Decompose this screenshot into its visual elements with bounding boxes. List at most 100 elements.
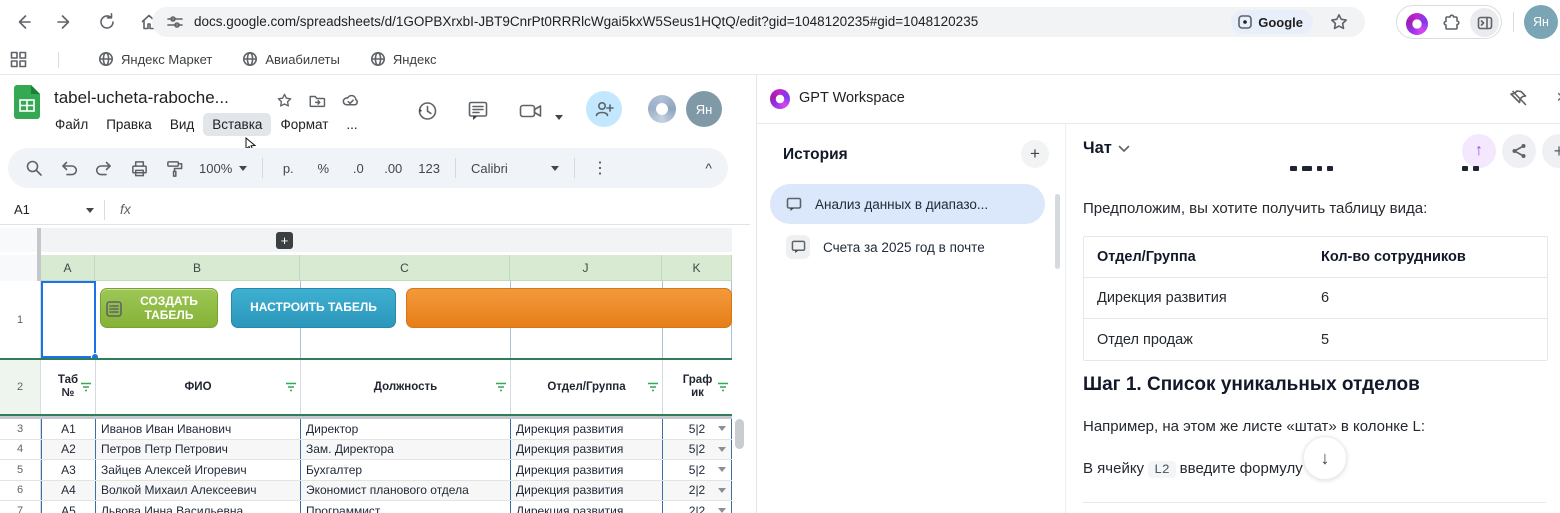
star-doc-icon[interactable]	[276, 92, 293, 109]
filter-icon[interactable]	[647, 382, 659, 395]
cell-schedule[interactable]: 5|2	[662, 419, 732, 439]
bookmark-yandex[interactable]: Яндекс	[370, 51, 437, 67]
menu-more[interactable]: ...	[337, 113, 366, 136]
undo-icon[interactable]	[59, 159, 79, 177]
frozen-pane-bar-vertical[interactable]	[37, 228, 41, 281]
filter-icon[interactable]	[495, 382, 507, 395]
google-lens-chip[interactable]: Google	[1231, 10, 1313, 34]
cell-tab-num[interactable]: А3	[41, 460, 95, 480]
cell-fio[interactable]: Львова Инна Васильевна	[95, 501, 300, 513]
cell-schedule[interactable]: 2|2	[662, 481, 732, 501]
cell-schedule[interactable]: 2|2	[662, 501, 732, 513]
decrease-decimals-button[interactable]: .0	[348, 161, 368, 176]
currency-format-button[interactable]: р.	[278, 161, 298, 176]
url-bar[interactable]: docs.google.com/spreadsheets/d/1GOPBXrxb…	[152, 7, 1365, 37]
cell-schedule[interactable]: 5|2	[662, 460, 732, 480]
side-panel-toggle[interactable]	[1470, 8, 1499, 37]
cell-position[interactable]: Программист	[300, 501, 510, 513]
dropdown-caret-icon[interactable]	[718, 447, 726, 452]
bookmark-yandex-market[interactable]: Яндекс Маркет	[98, 51, 212, 67]
share-chat-button[interactable]	[1502, 134, 1536, 168]
gpt-workspace-addon-icon[interactable]	[648, 95, 676, 123]
cloud-saved-icon[interactable]	[341, 91, 360, 110]
cell-position[interactable]: Экономист планового отдела	[300, 481, 510, 501]
collapse-toolbar-icon[interactable]: ^	[705, 160, 712, 176]
column-header-k[interactable]: K	[662, 255, 732, 281]
move-folder-icon[interactable]	[308, 92, 326, 110]
cell-fio[interactable]: Волкой Михаил Алексеевич	[95, 481, 300, 501]
version-history-icon[interactable]	[415, 99, 439, 123]
comments-icon[interactable]	[466, 99, 490, 123]
menu-edit[interactable]: Правка	[97, 113, 161, 136]
apps-grid-icon[interactable]	[10, 51, 27, 68]
column-header-j[interactable]: J	[510, 255, 662, 281]
bookmark-star-icon[interactable]	[1329, 12, 1349, 32]
select-all-corner[interactable]	[0, 255, 41, 281]
cell-position[interactable]: Бухгалтер	[300, 460, 510, 480]
paint-format-icon[interactable]	[164, 159, 184, 178]
orange-bar-button[interactable]	[406, 288, 732, 328]
back-icon[interactable]	[12, 11, 34, 33]
name-box[interactable]: A1	[14, 202, 30, 217]
print-icon[interactable]	[129, 159, 149, 178]
history-scrollbar-thumb[interactable]	[1055, 194, 1060, 269]
header-cell-fio[interactable]: ФИО	[95, 360, 300, 414]
sheets-logo[interactable]	[14, 85, 40, 124]
cell-department[interactable]: Дирекция развития	[510, 460, 662, 480]
site-info-icon[interactable]	[166, 13, 184, 31]
vertical-scrollbar-thumb[interactable]	[735, 419, 744, 449]
sheets-avatar[interactable]: Ян	[686, 91, 722, 127]
header-cell-schedule[interactable]: График	[662, 360, 732, 414]
column-header-a[interactable]: A	[41, 255, 95, 281]
cell-fio[interactable]: Зайцев Алексей Игоревич	[95, 460, 300, 480]
header-cell-department[interactable]: Отдел/Группа	[510, 360, 662, 414]
cell-a1[interactable]	[41, 281, 95, 358]
cell-department[interactable]: Дирекция развития	[510, 501, 662, 513]
cell-fio[interactable]: Петров Петр Петрович	[95, 440, 300, 460]
cell-position[interactable]: Зам. Директора	[300, 440, 510, 460]
extensions-puzzle-icon[interactable]	[1441, 13, 1461, 33]
percent-format-button[interactable]: %	[313, 161, 333, 176]
filter-icon[interactable]	[717, 382, 729, 395]
cell-schedule[interactable]: 5|2	[662, 440, 732, 460]
menu-format[interactable]: Формат	[271, 113, 337, 136]
cell-tab-num[interactable]: А1	[41, 419, 95, 439]
meet-camera-icon[interactable]	[518, 99, 544, 123]
filter-icon[interactable]	[80, 382, 92, 395]
reload-icon[interactable]	[96, 11, 118, 33]
chat-title[interactable]: Чат	[1083, 139, 1130, 158]
menu-insert[interactable]: Вставка	[203, 113, 271, 136]
table-row[interactable]: 4 А2 Петров Петр Петрович Зам. Директора…	[0, 440, 732, 461]
meet-dropdown-caret[interactable]	[555, 107, 563, 125]
cell-fio[interactable]: Иванов Иван Иванович	[95, 419, 300, 439]
dropdown-caret-icon[interactable]	[718, 488, 726, 493]
close-panel-icon[interactable]: ×	[1556, 87, 1560, 108]
column-header-c[interactable]: C	[300, 255, 510, 281]
browser-avatar[interactable]: Ян	[1524, 5, 1558, 39]
grid-corner[interactable]	[0, 228, 41, 252]
table-row[interactable]: 5 А3 Зайцев Алексей Игоревич Бухгалтер Д…	[0, 460, 732, 481]
cell-tab-num[interactable]: А4	[41, 481, 95, 501]
unpin-icon[interactable]	[1510, 89, 1528, 107]
doc-title[interactable]: tabel-ucheta-raboche...	[54, 88, 229, 108]
gpt-workspace-extension-icon[interactable]	[1406, 13, 1428, 35]
zoom-select[interactable]: 100%	[199, 161, 247, 176]
menu-file[interactable]: Файл	[46, 113, 97, 136]
row-header-2[interactable]: 2	[0, 360, 41, 414]
url-text[interactable]: docs.google.com/spreadsheets/d/1GOPBXrxb…	[194, 14, 1184, 29]
column-header-b[interactable]: B	[95, 255, 300, 281]
new-conversation-button[interactable]: +	[1542, 134, 1560, 168]
cell-department[interactable]: Дирекция развития	[510, 440, 662, 460]
forward-icon[interactable]	[54, 11, 76, 33]
scroll-down-button[interactable]: ↓	[1303, 436, 1347, 480]
create-timesheet-button[interactable]: СОЗДАТЬ ТАБЕЛЬ	[100, 288, 218, 328]
table-row[interactable]: 3 А1 Иванов Иван Иванович Директор Дирек…	[0, 419, 732, 440]
row-header-3[interactable]: 3	[0, 419, 41, 439]
cell-department[interactable]: Дирекция развития	[510, 481, 662, 501]
row-header-5[interactable]: 5	[0, 460, 41, 480]
menu-view[interactable]: Вид	[161, 113, 203, 136]
dropdown-caret-icon[interactable]	[718, 467, 726, 472]
dropdown-caret-icon[interactable]	[718, 508, 726, 513]
cell-tab-num[interactable]: А5	[41, 501, 95, 513]
header-cell-position[interactable]: Должность	[300, 360, 510, 414]
